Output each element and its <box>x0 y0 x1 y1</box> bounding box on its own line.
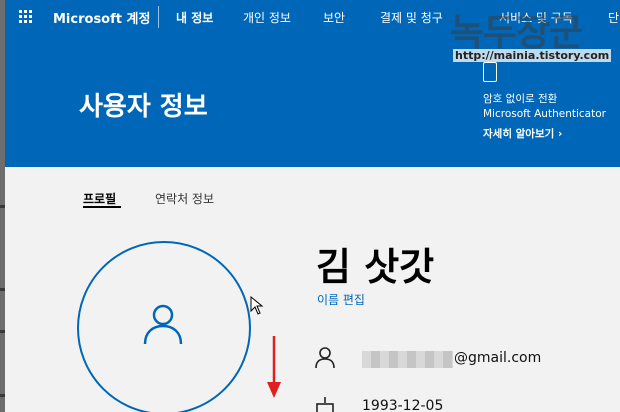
email-person-icon <box>315 347 335 369</box>
profile-name: 김 삿갓 <box>316 245 435 289</box>
learn-more-link[interactable]: 자세히 알아보기 › <box>483 126 562 141</box>
tab-contact-info[interactable]: 연락처 정보 <box>155 190 214 207</box>
email-redaction <box>362 351 453 368</box>
email-value: @gmail.com <box>454 350 542 366</box>
watermark-url: http://mainia.tistory.com <box>453 49 612 62</box>
watermark-title: 녹두장군 <box>450 11 583 54</box>
person-icon <box>143 304 183 345</box>
chevron-right-icon: › <box>557 128 563 140</box>
nav-divider <box>158 6 159 28</box>
waffle-icon[interactable] <box>19 10 33 24</box>
learn-more-label: 자세히 알아보기 <box>483 128 555 140</box>
tab-profile[interactable]: 프로필 <box>83 190 116 207</box>
nav-item-security[interactable]: 보안 <box>323 9 345 26</box>
nav-item-privacy[interactable]: 개인 정보 <box>243 9 291 26</box>
brand-link[interactable]: Microsoft 계정 <box>53 8 150 27</box>
cake-icon <box>316 397 334 412</box>
nav-item-billing[interactable]: 결제 및 청구 <box>380 9 443 26</box>
red-down-arrow <box>267 336 281 398</box>
mouse-cursor-icon <box>250 296 264 315</box>
phone-key-icon <box>483 62 497 82</box>
promo-line-2: Microsoft Authenticator <box>483 108 606 120</box>
account-page: Microsoft 계정 내 정보 개인 정보 보안 결제 및 청구 서비스 및… <box>5 0 620 412</box>
nav-item-more[interactable]: 단 <box>608 9 619 26</box>
nav-item-my-info[interactable]: 내 정보 <box>176 9 213 26</box>
page-title: 사용자 정보 <box>79 92 208 122</box>
promo-line-1: 암호 없이로 전환 <box>483 93 558 105</box>
edit-name-link[interactable]: 이름 편집 <box>317 291 365 308</box>
birthdate-value: 1993-12-05 <box>362 398 444 412</box>
active-tab-indicator <box>83 206 121 208</box>
